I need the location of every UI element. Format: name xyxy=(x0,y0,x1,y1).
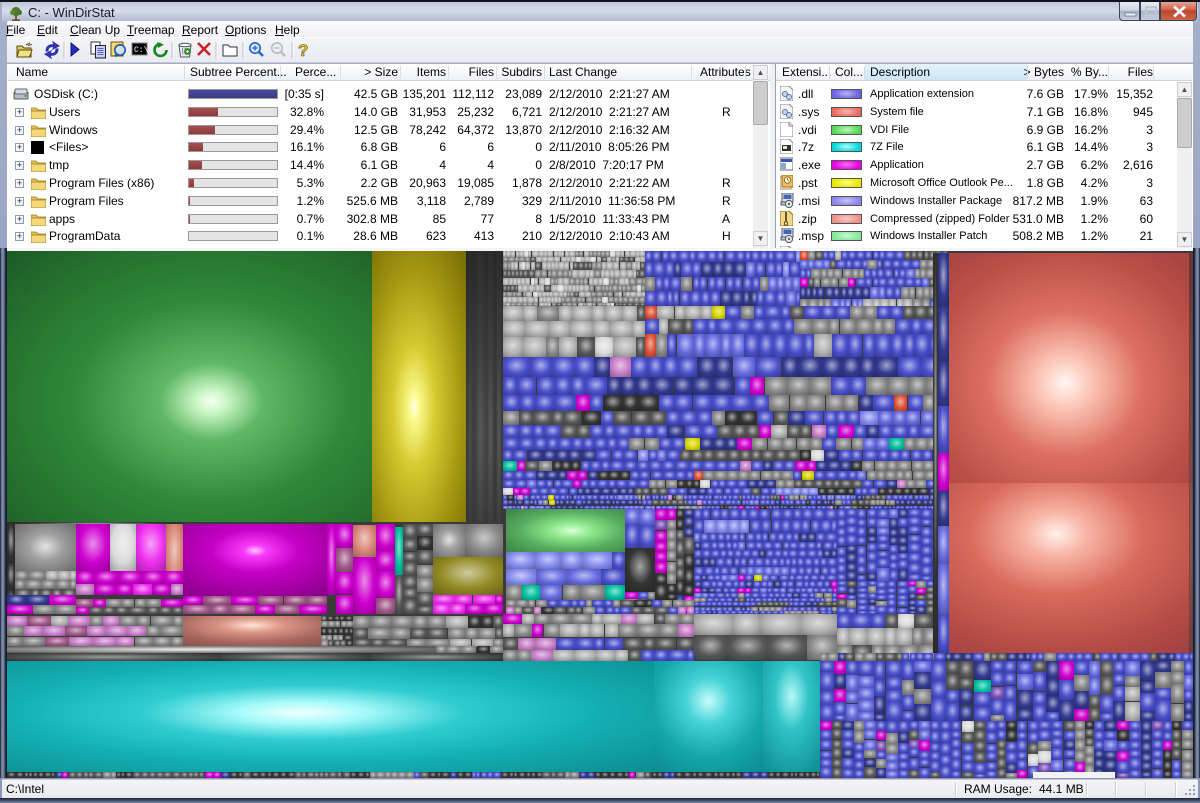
svg-text:?: ? xyxy=(298,41,308,60)
svg-text:C:\: C:\ xyxy=(134,46,149,55)
